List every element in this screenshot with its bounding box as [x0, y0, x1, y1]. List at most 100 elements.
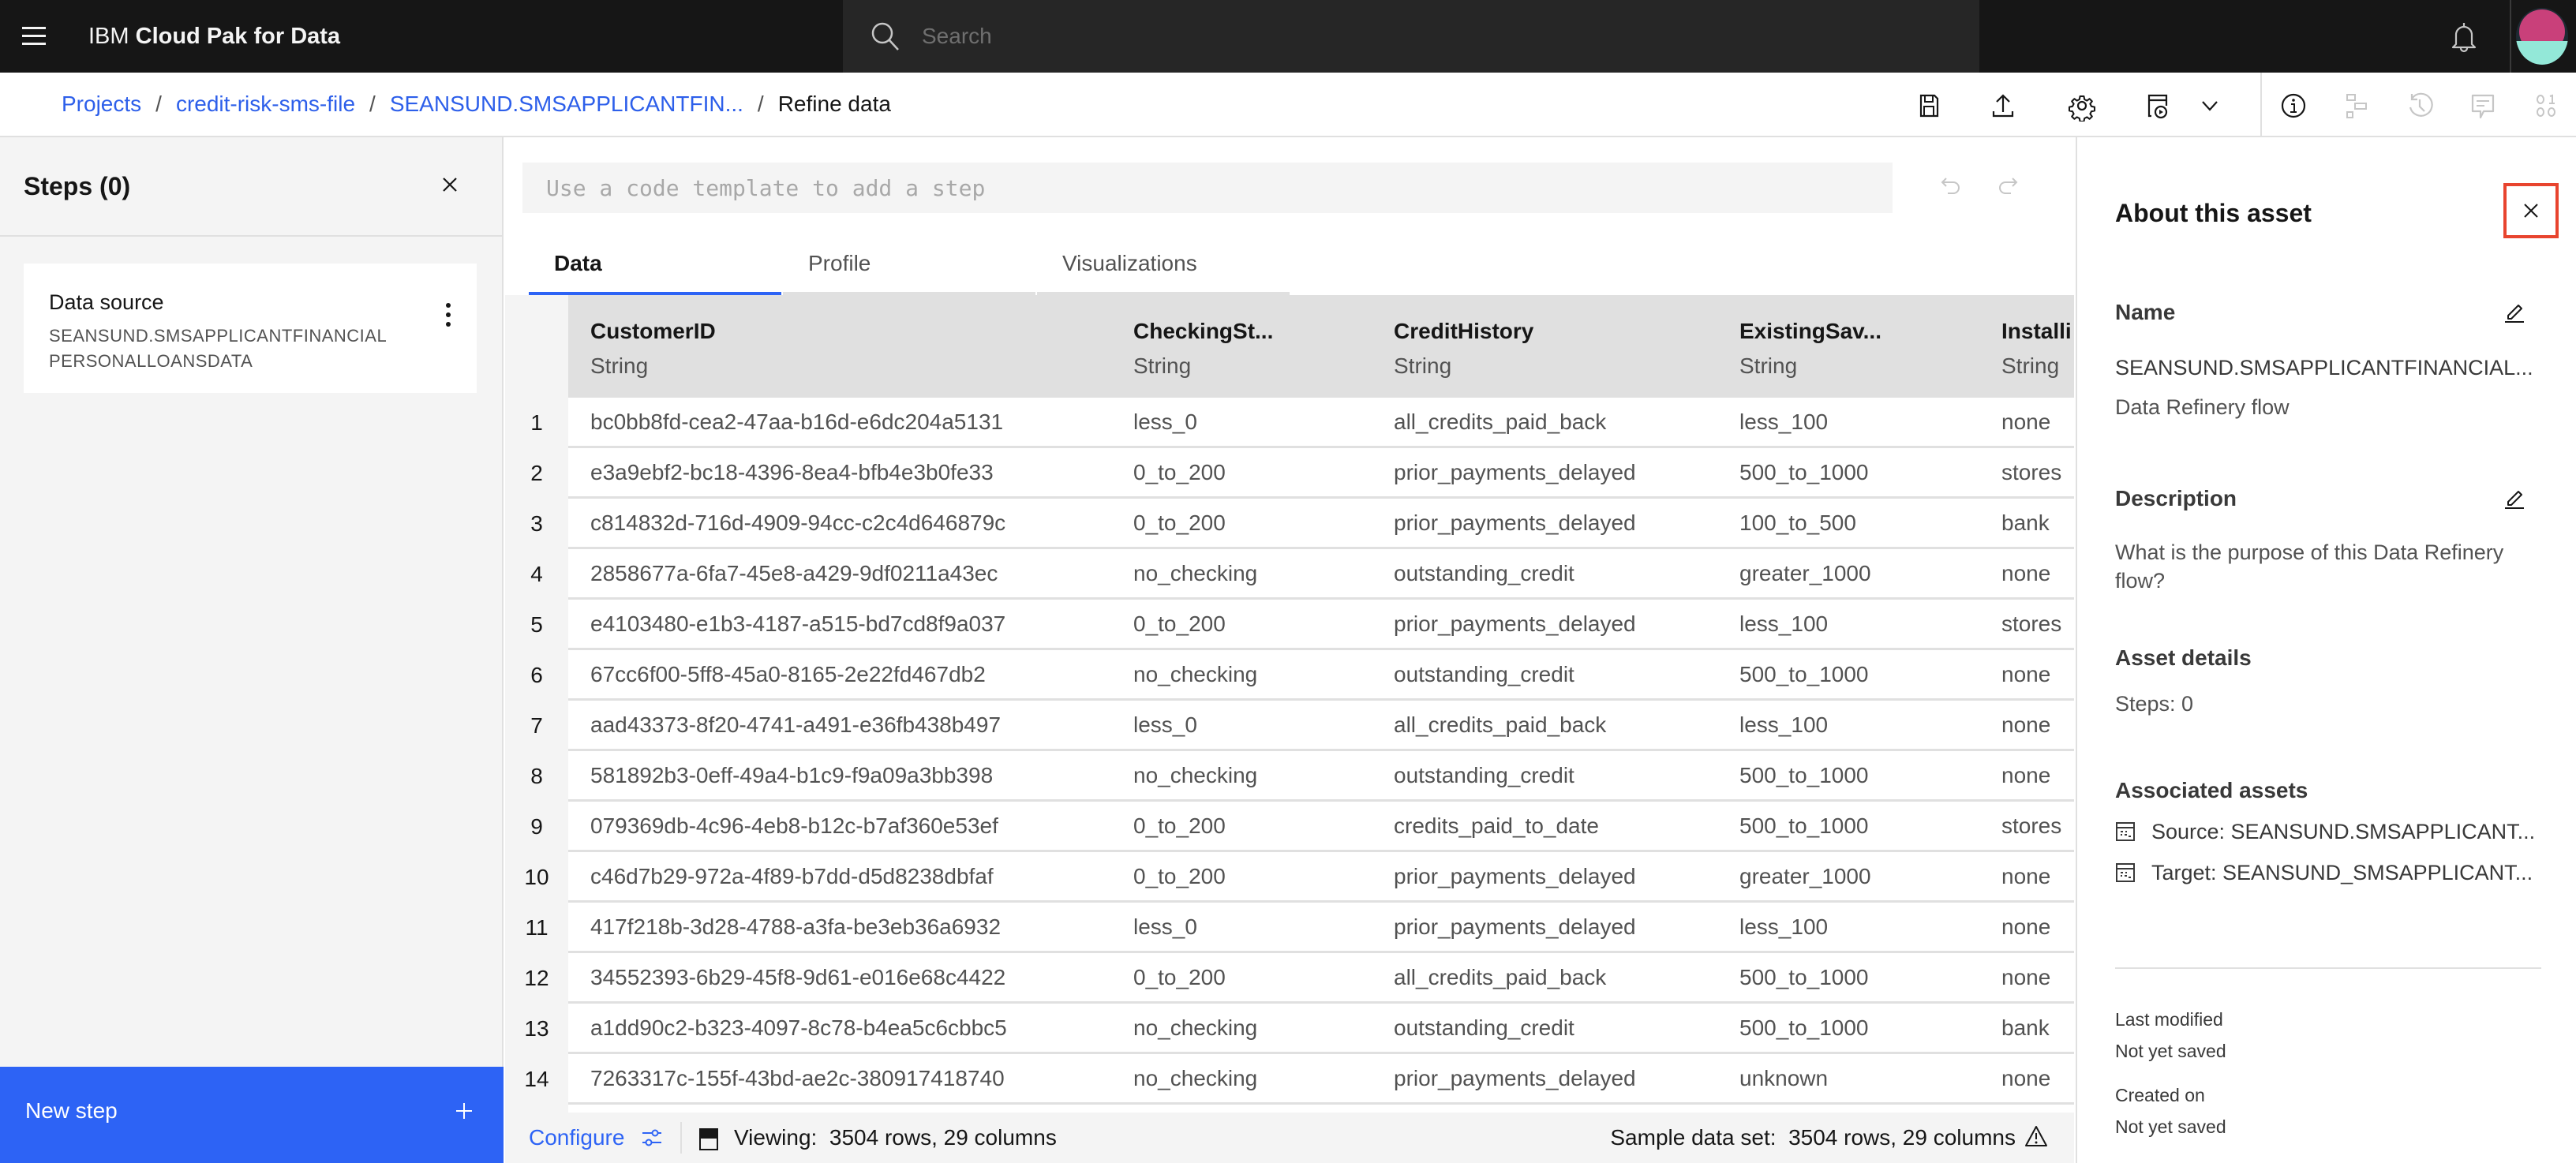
- table-cell[interactable]: no_checking: [1133, 549, 1257, 598]
- lineage-icon[interactable]: [2341, 90, 2372, 122]
- table-cell[interactable]: none: [2001, 650, 2050, 699]
- data-source-step[interactable]: Data source SEANSUND.SMSAPPLICANTFINANCI…: [24, 264, 477, 393]
- global-search[interactable]: [843, 0, 1979, 73]
- table-cell[interactable]: 0_to_200: [1133, 852, 1226, 901]
- table-cell[interactable]: bank: [2001, 499, 2050, 548]
- table-cell[interactable]: 500_to_1000: [1739, 650, 1869, 699]
- table-cell[interactable]: none: [2001, 701, 2050, 750]
- table-cell[interactable]: less_0: [1133, 903, 1197, 952]
- tab-profile[interactable]: Profile: [783, 237, 1035, 295]
- table-cell[interactable]: less_0: [1133, 701, 1197, 750]
- table-cell[interactable]: stores: [2001, 448, 2061, 497]
- table-cell[interactable]: 0_to_200: [1133, 448, 1226, 497]
- info-icon[interactable]: [2278, 90, 2309, 122]
- search-input[interactable]: [922, 16, 1948, 57]
- new-step-button[interactable]: New step: [0, 1067, 504, 1163]
- table-cell[interactable]: less_100: [1739, 903, 1828, 952]
- table-cell[interactable]: 500_to_1000: [1739, 802, 1869, 851]
- close-about-button[interactable]: [2503, 183, 2559, 238]
- table-cell[interactable]: none: [2001, 903, 2050, 952]
- redo-icon[interactable]: [1994, 174, 2020, 200]
- table-row[interactable]: 13 a1dd90c2-b323-4097-8c78-b4ea5c6cbbc5 no…: [505, 1004, 2074, 1054]
- table-cell[interactable]: stores: [2001, 600, 2061, 649]
- table-cell[interactable]: 34552393-6b29-45f8-9d61-e016e68c4422: [590, 953, 1005, 1002]
- tab-visualizations[interactable]: Visualizations: [1037, 237, 1290, 295]
- close-icon[interactable]: [436, 170, 464, 199]
- overflow-menu-icon[interactable]: [444, 301, 453, 328]
- table-cell[interactable]: credits_paid_to_date: [1394, 802, 1599, 851]
- table-cell[interactable]: a1dd90c2-b323-4097-8c78-b4ea5c6cbbc5: [590, 1004, 1007, 1053]
- binary-icon[interactable]: [2530, 90, 2562, 122]
- table-cell[interactable]: all_credits_paid_back: [1394, 953, 1606, 1002]
- table-cell[interactable]: 417f218b-3d28-4788-a3fa-be3eb36a6932: [590, 903, 1001, 952]
- table-row[interactable]: 8 581892b3-0eff-49a4-b1c9-f9a09a3bb398 no_…: [505, 751, 2074, 802]
- table-cell[interactable]: all_credits_paid_back: [1394, 701, 1606, 750]
- table-cell[interactable]: outstanding_credit: [1394, 751, 1574, 800]
- table-cell[interactable]: bank: [2001, 1004, 2050, 1053]
- edit-description-icon[interactable]: [2502, 484, 2527, 510]
- table-cell[interactable]: e3a9ebf2-bc18-4396-8ea4-bfb4e3b0fe33: [590, 448, 994, 497]
- table-cell[interactable]: 500_to_1000: [1739, 953, 1869, 1002]
- table-cell[interactable]: 0_to_200: [1133, 953, 1226, 1002]
- table-cell[interactable]: less_100: [1739, 701, 1828, 750]
- table-cell[interactable]: 67cc6f00-5ff8-45a0-8165-2e22fd467db2: [590, 650, 986, 699]
- table-cell[interactable]: outstanding_credit: [1394, 549, 1574, 598]
- column-header-existingsavings[interactable]: ExistingSav... String: [1739, 316, 1881, 383]
- table-cell[interactable]: prior_payments_delayed: [1394, 448, 1636, 497]
- table-row[interactable]: 1 bc0bb8fd-cea2-47aa-b16d-e6dc204a5131 les…: [505, 398, 2074, 448]
- table-cell[interactable]: 0_to_200: [1133, 600, 1226, 649]
- table-cell[interactable]: greater_1000: [1739, 549, 1871, 598]
- column-header-credithistory[interactable]: CreditHistory String: [1394, 316, 1533, 383]
- table-cell[interactable]: 500_to_1000: [1739, 751, 1869, 800]
- table-cell[interactable]: 079369db-4c96-4eb8-b12c-b7af360e53ef: [590, 802, 998, 851]
- table-cell[interactable]: less_100: [1739, 398, 1828, 447]
- job-run-icon[interactable]: [2142, 90, 2174, 122]
- table-cell[interactable]: all_credits_paid_back: [1394, 398, 1606, 447]
- user-avatar[interactable]: [2516, 8, 2568, 65]
- edit-name-icon[interactable]: [2502, 298, 2527, 323]
- table-cell[interactable]: 0_to_200: [1133, 499, 1226, 548]
- save-icon[interactable]: [1913, 90, 1945, 122]
- settings-adjust-icon[interactable]: [639, 1125, 665, 1150]
- table-cell[interactable]: no_checking: [1133, 650, 1257, 699]
- table-cell[interactable]: outstanding_credit: [1394, 650, 1574, 699]
- table-cell[interactable]: prior_payments_delayed: [1394, 903, 1636, 952]
- table-cell[interactable]: no_checking: [1133, 1004, 1257, 1053]
- table-cell[interactable]: prior_payments_delayed: [1394, 600, 1636, 649]
- table-cell[interactable]: 2858677a-6fa7-45e8-a429-9df0211a43ec: [590, 549, 998, 598]
- notification-bell-icon[interactable]: [2447, 19, 2481, 54]
- table-cell[interactable]: bc0bb8fd-cea2-47aa-b16d-e6dc204a5131: [590, 398, 1003, 447]
- column-header-customerid[interactable]: CustomerID String: [590, 316, 716, 383]
- table-cell[interactable]: less_100: [1739, 600, 1828, 649]
- table-cell[interactable]: c814832d-716d-4909-94cc-c2c4d646879c: [590, 499, 1005, 548]
- code-template-input[interactable]: [522, 163, 1893, 213]
- table-cell[interactable]: no_checking: [1133, 1054, 1257, 1103]
- table-row[interactable]: 2 e3a9ebf2-bc18-4396-8ea4-bfb4e3b0fe33 0_t…: [505, 448, 2074, 499]
- table-cell[interactable]: none: [2001, 1054, 2050, 1103]
- warning-icon[interactable]: [2024, 1124, 2049, 1149]
- table-row[interactable]: 14 7263317c-155f-43bd-ae2c-380917418740 no…: [505, 1054, 2074, 1105]
- table-cell[interactable]: greater_1000: [1739, 852, 1871, 901]
- table-row[interactable]: 5 e4103480-e1b3-4187-a515-bd7cd8f9a037 0_t…: [505, 600, 2074, 650]
- table-cell[interactable]: no_checking: [1133, 751, 1257, 800]
- table-cell[interactable]: 100_to_500: [1739, 499, 1856, 548]
- table-cell[interactable]: 581892b3-0eff-49a4-b1c9-f9a09a3bb398: [590, 751, 993, 800]
- table-cell[interactable]: none: [2001, 549, 2050, 598]
- table-cell[interactable]: 7263317c-155f-43bd-ae2c-380917418740: [590, 1054, 1005, 1103]
- history-icon[interactable]: [2404, 90, 2436, 122]
- column-header-installment[interactable]: Installi String: [2001, 316, 2072, 383]
- table-cell[interactable]: c46d7b29-972a-4f89-b7dd-d5d8238dbfaf: [590, 852, 994, 901]
- table-row[interactable]: 4 2858677a-6fa7-45e8-a429-9df0211a43ec no_…: [505, 549, 2074, 600]
- table-row[interactable]: 6 67cc6f00-5ff8-45a0-8165-2e22fd467db2 no_…: [505, 650, 2074, 701]
- table-cell[interactable]: e4103480-e1b3-4187-a515-bd7cd8f9a037: [590, 600, 1005, 649]
- menu-icon[interactable]: [19, 22, 49, 50]
- breadcrumb-asset[interactable]: SEANSUND.SMSAPPLICANTFIN...: [390, 92, 743, 116]
- table-cell[interactable]: aad43373-8f20-4741-a491-e36fb438b497: [590, 701, 1001, 750]
- table-row[interactable]: 3 c814832d-716d-4909-94cc-c2c4d646879c 0_t…: [505, 499, 2074, 549]
- table-cell[interactable]: none: [2001, 953, 2050, 1002]
- chevron-down-icon[interactable]: [2194, 90, 2226, 122]
- table-cell[interactable]: unknown: [1739, 1054, 1828, 1103]
- table-cell[interactable]: prior_payments_delayed: [1394, 499, 1636, 548]
- table-cell[interactable]: 500_to_1000: [1739, 448, 1869, 497]
- tab-data[interactable]: Data: [529, 237, 781, 295]
